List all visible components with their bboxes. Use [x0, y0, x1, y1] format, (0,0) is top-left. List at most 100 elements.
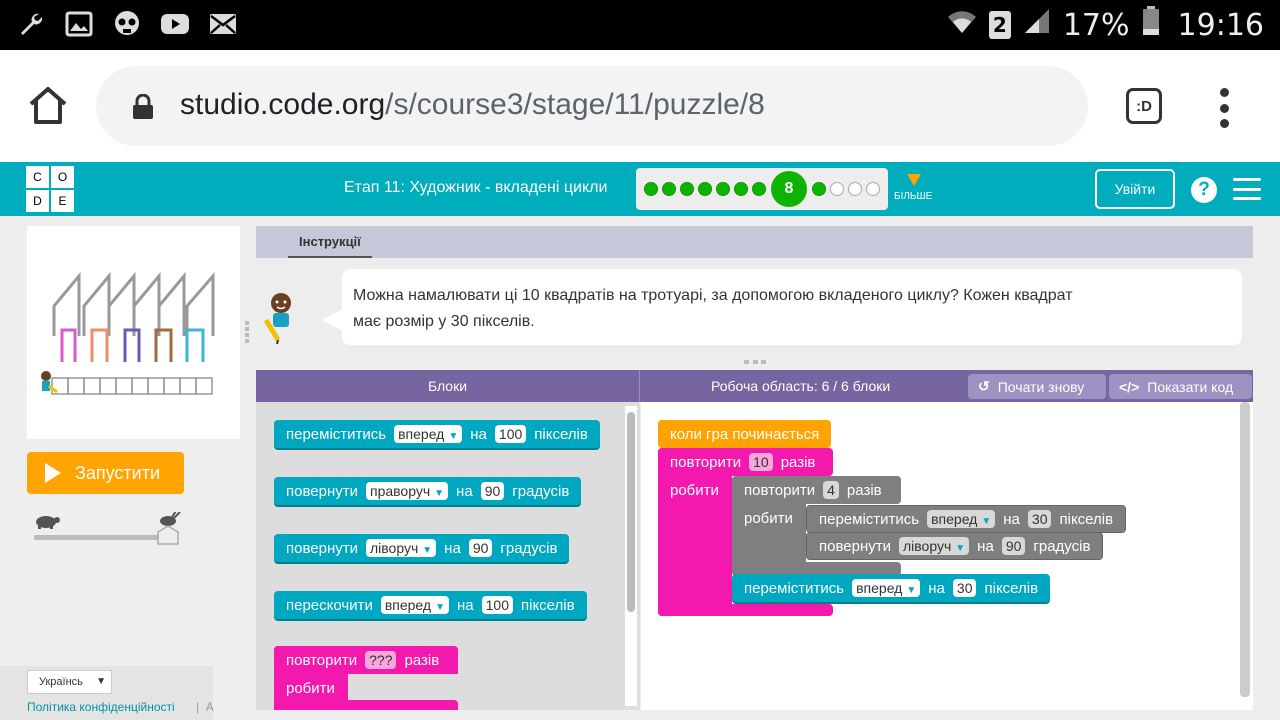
reset-button[interactable]: ↺ Почати знову: [968, 374, 1106, 399]
progress-dot-complete[interactable]: [716, 182, 730, 196]
number-field[interactable]: 100: [481, 596, 513, 614]
block-do-label: робити: [286, 679, 335, 697]
tab-switcher-button[interactable]: :D: [1126, 88, 1162, 124]
resize-handle-vertical[interactable]: [245, 321, 249, 343]
number-field[interactable]: 30: [1027, 510, 1052, 528]
block-unit: разів: [780, 453, 816, 471]
image-icon: [64, 8, 94, 40]
when-run-block[interactable]: коли гра починається: [658, 420, 832, 448]
dropdown-value: вперед: [384, 597, 432, 613]
inner-move-block[interactable]: переміститись вперед ▼ на 30 пікселів: [806, 505, 1127, 533]
direction-dropdown[interactable]: вперед ▼: [927, 510, 996, 528]
url-host: studio.code.org: [180, 88, 386, 121]
speech-bubble-tail: [322, 308, 344, 332]
run-button[interactable]: Запустити: [27, 452, 184, 494]
toolbox-jump-block[interactable]: перескочити вперед ▼ на 100 пікселів: [274, 591, 587, 619]
progress-dot-complete[interactable]: [752, 182, 766, 196]
reset-icon: ↺: [978, 378, 990, 394]
progress-dot-complete[interactable]: [680, 182, 694, 196]
progress-dot-complete[interactable]: [734, 182, 748, 196]
progress-dot-current[interactable]: 8: [771, 171, 807, 207]
toolbox-scrollbar[interactable]: [627, 412, 635, 612]
more-puzzles-button[interactable]: БІЛЬШЕ: [894, 174, 944, 202]
direction-dropdown[interactable]: вперед ▼: [380, 596, 449, 614]
dropdown-value: вперед: [398, 426, 445, 442]
dropdown-value: праворуч: [369, 483, 431, 499]
number-field[interactable]: 90: [468, 539, 493, 557]
number-field[interactable]: ???: [365, 651, 397, 669]
progress-dot-empty[interactable]: [866, 182, 880, 196]
block-do-label: робити: [744, 509, 793, 527]
instructions-line: Можна намалювати ці 10 квадратів на трот…: [353, 287, 1073, 304]
inner-turn-block[interactable]: повернути ліворуч ▼ на 90 градусів: [806, 532, 1104, 560]
block-verb: повернути: [286, 539, 358, 557]
number-field[interactable]: 100: [494, 425, 527, 443]
footer-cut-text: А: [205, 700, 214, 714]
stage-title: Етап 11: Художник - вкладені цикли: [344, 179, 608, 196]
progress-dot-complete[interactable]: [812, 182, 826, 196]
sim-icon: 2: [988, 11, 1011, 39]
code-icon: </>: [1119, 378, 1140, 395]
number-field[interactable]: 10: [749, 453, 773, 471]
workspace-title: Робоча область: 6 / 6 блоки: [711, 378, 891, 394]
workspace-header: Блоки Робоча область: 6 / 6 блоки ↺ Поча…: [256, 370, 1253, 402]
block-verb: повернути: [286, 482, 358, 500]
toolbox-repeat-block[interactable]: повторити ??? разів робити: [274, 646, 459, 710]
site-header: C O D E Етап 11: Художник - вкладені цик…: [0, 162, 1280, 216]
block-text: на: [928, 579, 945, 597]
progress-dot-complete[interactable]: [698, 182, 712, 196]
number-field[interactable]: 90: [480, 482, 505, 500]
direction-dropdown[interactable]: вперед ▼: [394, 425, 463, 443]
outer-move-block[interactable]: переміститись вперед ▼ на 30 пікселів: [732, 574, 1051, 602]
number-field[interactable]: 90: [1001, 537, 1026, 555]
home-icon[interactable]: [26, 84, 70, 128]
help-icon[interactable]: ?: [1191, 177, 1217, 203]
block-unit: градусів: [500, 539, 558, 557]
dropdown-arrow-icon: ▼: [434, 488, 445, 499]
toolbox-title: Блоки: [256, 370, 640, 402]
direction-dropdown[interactable]: ліворуч ▼: [898, 537, 970, 555]
block-verb: переміститись: [286, 425, 387, 443]
progress-dot-empty[interactable]: [848, 182, 862, 196]
dropdown-value: вперед: [931, 511, 978, 527]
artist-avatar: [262, 292, 300, 345]
show-code-button[interactable]: </> Показати код: [1109, 374, 1252, 399]
block-verb: переміститись: [744, 579, 845, 597]
rabbit-icon: [160, 510, 181, 526]
toolbox-move-block[interactable]: переміститись вперед ▼ на 100 пікселів: [274, 420, 600, 448]
direction-dropdown[interactable]: ліворуч ▼: [365, 539, 437, 557]
toolbox-turn-left-block[interactable]: повернути ліворуч ▼ на 90 градусів: [274, 534, 570, 562]
progress-dot-complete[interactable]: [644, 182, 658, 196]
hamburger-menu-icon[interactable]: [1233, 178, 1261, 200]
direction-dropdown[interactable]: вперед ▼: [852, 579, 921, 597]
number-field[interactable]: 30: [952, 579, 977, 597]
dropdown-arrow-icon: ▼: [422, 545, 433, 556]
signal-icon: [1023, 7, 1051, 43]
clock: 19:16: [1177, 7, 1264, 43]
tab-instructions[interactable]: Інструкції: [288, 226, 372, 258]
logo-letter: E: [51, 190, 74, 212]
privacy-link[interactable]: Політика конфіденційності: [27, 700, 175, 714]
wifi-icon: [947, 8, 977, 43]
language-select[interactable]: Українсь ▼: [27, 670, 112, 694]
block-verb: повторити: [670, 453, 742, 471]
logo-letter: C: [26, 166, 49, 188]
number-field[interactable]: 4: [823, 481, 839, 499]
play-icon: [45, 463, 61, 483]
more-menu-icon[interactable]: [1218, 88, 1230, 128]
toolbox-turn-right-block[interactable]: повернути праворуч ▼ на 90 градусів: [274, 477, 582, 505]
dropdown-arrow-icon: ▼: [955, 543, 966, 554]
workspace: коли гра починається повторити 10 разів …: [641, 402, 1253, 710]
speed-slider[interactable]: [30, 510, 185, 546]
progress-dot-empty[interactable]: [830, 182, 844, 196]
battery-icon: [1142, 6, 1160, 44]
url-bar[interactable]: studio.code.org/s/course3/stage/11/puzzl…: [96, 66, 1088, 146]
reset-label: Почати знову: [997, 378, 1085, 395]
resize-handle-horizontal[interactable]: [744, 360, 766, 364]
workspace-scrollbar[interactable]: [1240, 402, 1250, 697]
progress-dot-complete[interactable]: [662, 182, 676, 196]
block-text: на: [470, 425, 487, 443]
direction-dropdown[interactable]: праворуч ▼: [365, 482, 449, 500]
code-logo[interactable]: C O D E: [26, 166, 74, 212]
sign-in-button[interactable]: Увійти: [1095, 169, 1175, 209]
